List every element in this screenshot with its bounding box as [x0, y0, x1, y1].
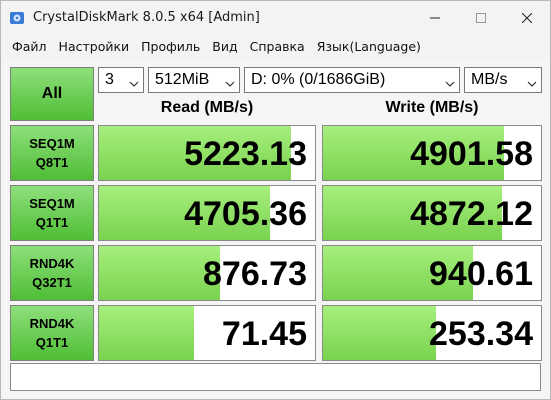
read-result-seq1m-q1t1: 4705.36	[98, 185, 316, 241]
chevron-down-icon	[129, 76, 139, 87]
test-name-line1: SEQ1M	[29, 136, 75, 151]
write-value: 253.34	[429, 315, 533, 353]
window-title: CrystalDiskMark 8.0.5 x64 [Admin]	[33, 10, 260, 25]
read-value: 5223.13	[184, 135, 307, 173]
test-size-select[interactable]: 512MiB	[148, 67, 240, 93]
read-result-rnd4k-q32t1: 876.73	[98, 245, 316, 301]
test-name-line1: RND4K	[29, 256, 75, 271]
read-value: 4705.36	[184, 195, 307, 233]
test-count-value: 3	[105, 71, 114, 88]
seq1m-q1t1-button[interactable]: SEQ1M Q1T1	[10, 185, 94, 241]
read-result-seq1m-q8t1: 5223.13	[98, 125, 316, 181]
disk-app-icon	[9, 10, 25, 26]
test-name-line1: RND4K	[29, 316, 75, 331]
unit-value: MB/s	[471, 71, 508, 88]
test-name-line2: Q1T1	[35, 335, 69, 350]
drive-value: D: 0% (0/1686GiB)	[251, 71, 386, 88]
comment-field[interactable]	[10, 363, 541, 391]
write-bar	[323, 306, 437, 360]
test-name-line1: SEQ1M	[29, 196, 75, 211]
menu-profile[interactable]: Профиль	[135, 35, 206, 59]
close-icon	[522, 13, 532, 23]
chevron-down-icon	[225, 76, 235, 87]
seq1m-q8t1-button[interactable]: SEQ1M Q8T1	[10, 125, 94, 181]
menu-language[interactable]: Язык(Language)	[311, 35, 427, 59]
menu-bar: Файл Настройки Профиль Вид Справка Язык(…	[1, 35, 550, 59]
test-name-line2: Q32T1	[32, 275, 72, 290]
test-name-line2: Q1T1	[35, 215, 69, 230]
write-result-rnd4k-q32t1: 940.61	[322, 245, 542, 301]
menu-view[interactable]: Вид	[206, 35, 243, 59]
minimize-icon	[430, 13, 440, 23]
read-value: 876.73	[203, 255, 307, 293]
write-result-seq1m-q8t1: 4901.58	[322, 125, 542, 181]
rnd4k-q1t1-button[interactable]: RND4K Q1T1	[10, 305, 94, 361]
write-result-rnd4k-q1t1: 253.34	[322, 305, 542, 361]
chevron-down-icon	[527, 76, 537, 87]
maximize-button[interactable]	[458, 1, 504, 35]
minimize-button[interactable]	[412, 1, 458, 35]
app-window: CrystalDiskMark 8.0.5 x64 [Admin] Файл Н…	[0, 0, 551, 400]
write-value: 940.61	[429, 255, 533, 293]
drive-select[interactable]: D: 0% (0/1686GiB)	[244, 67, 460, 93]
write-value: 4872.12	[410, 195, 533, 233]
test-count-select[interactable]: 3	[98, 67, 144, 93]
test-size-value: 512MiB	[155, 71, 210, 88]
test-name-line2: Q8T1	[35, 155, 69, 170]
benchmark-panel: All 3 512MiB D: 0% (0/1686GiB) MB/s Read…	[1, 59, 550, 399]
close-button[interactable]	[504, 1, 550, 35]
menu-file[interactable]: Файл	[6, 35, 53, 59]
write-value: 4901.58	[410, 135, 533, 173]
read-bar	[99, 246, 220, 300]
read-bar	[99, 306, 195, 360]
title-bar: CrystalDiskMark 8.0.5 x64 [Admin]	[1, 1, 550, 35]
chevron-down-icon	[445, 76, 455, 87]
read-value: 71.45	[221, 315, 307, 353]
menu-settings[interactable]: Настройки	[53, 35, 136, 59]
menu-help[interactable]: Справка	[244, 35, 311, 59]
read-result-rnd4k-q1t1: 71.45	[98, 305, 316, 361]
all-button[interactable]: All	[10, 67, 94, 121]
write-column-header: Write (MB/s)	[385, 99, 479, 116]
write-result-seq1m-q1t1: 4872.12	[322, 185, 542, 241]
maximize-icon	[476, 13, 486, 23]
unit-select[interactable]: MB/s	[464, 67, 542, 93]
read-column-header: Read (MB/s)	[160, 99, 254, 116]
rnd4k-q32t1-button[interactable]: RND4K Q32T1	[10, 245, 94, 301]
